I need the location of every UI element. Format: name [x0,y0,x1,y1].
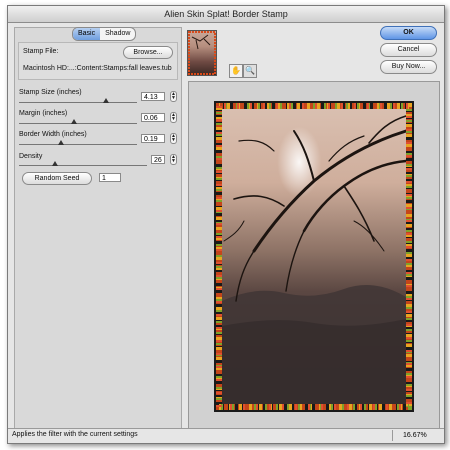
plugin-window: Alien Skin Splat! Border Stamp Basic Sha… [7,5,445,444]
status-bar: Applies the filter with the current sett… [8,428,444,443]
hand-icon[interactable]: ✋ [229,64,243,78]
border-width-slider-track[interactable] [19,144,137,145]
margin-label: Margin (inches) [19,110,68,117]
density-slider-track[interactable] [19,165,147,166]
stamp-size-slider-track[interactable] [19,102,137,103]
tab-shadow[interactable]: Shadow [100,28,135,40]
stamp-size-input[interactable]: 4.13 [141,92,165,101]
density-input[interactable]: 26 [151,155,165,164]
density-stepper[interactable]: ▲ ▼ [170,154,177,165]
margin-slider-track[interactable] [19,123,137,124]
border-width-stepper[interactable]: ▲ ▼ [170,133,177,144]
stamp-file-path: Macintosh HD:...:Content:Stamps:fall lea… [23,65,172,72]
cancel-button[interactable]: Cancel [380,43,437,57]
preview-photo [216,103,412,410]
ok-button[interactable]: OK [380,26,437,40]
preview-image [214,101,414,412]
stamp-size-label: Stamp Size (inches) [19,89,82,96]
status-message: Applies the filter with the current sett… [12,431,138,438]
margin-stepper[interactable]: ▲ ▼ [170,112,177,123]
stamp-file-group: Stamp File: Browse... Macintosh HD:...:C… [18,42,178,80]
buy-now-button[interactable]: Buy Now... [380,60,437,74]
thumbnail-border-marks [188,31,216,75]
preview-canvas[interactable] [188,81,440,429]
density-slider-thumb[interactable] [51,161,58,166]
tab-basic[interactable]: Basic [73,28,101,40]
margin-slider-thumb[interactable] [71,119,78,124]
window-title: Alien Skin Splat! Border Stamp [8,6,444,23]
zoom-level: 16.67% [392,430,440,441]
navigator-thumbnail[interactable] [187,30,217,76]
random-seed-input[interactable]: 1 [99,173,121,182]
border-width-label: Border Width (inches) [19,131,87,138]
settings-panel: Basic Shadow Stamp File: Browse... Macin… [14,27,182,429]
density-label: Density [19,153,43,160]
border-width-slider-thumb[interactable] [58,140,65,145]
tab-bar: Basic Shadow [72,27,137,41]
stamp-size-stepper[interactable]: ▲ ▼ [170,91,177,102]
browse-button[interactable]: Browse... [123,46,173,59]
random-seed-button[interactable]: Random Seed [22,172,92,185]
magnifier-icon[interactable]: 🔍 [243,64,257,78]
stamp-file-label: Stamp File: [23,48,59,55]
border-width-input[interactable]: 0.19 [141,134,165,143]
margin-input[interactable]: 0.06 [141,113,165,122]
stamp-size-slider-thumb[interactable] [103,98,110,103]
